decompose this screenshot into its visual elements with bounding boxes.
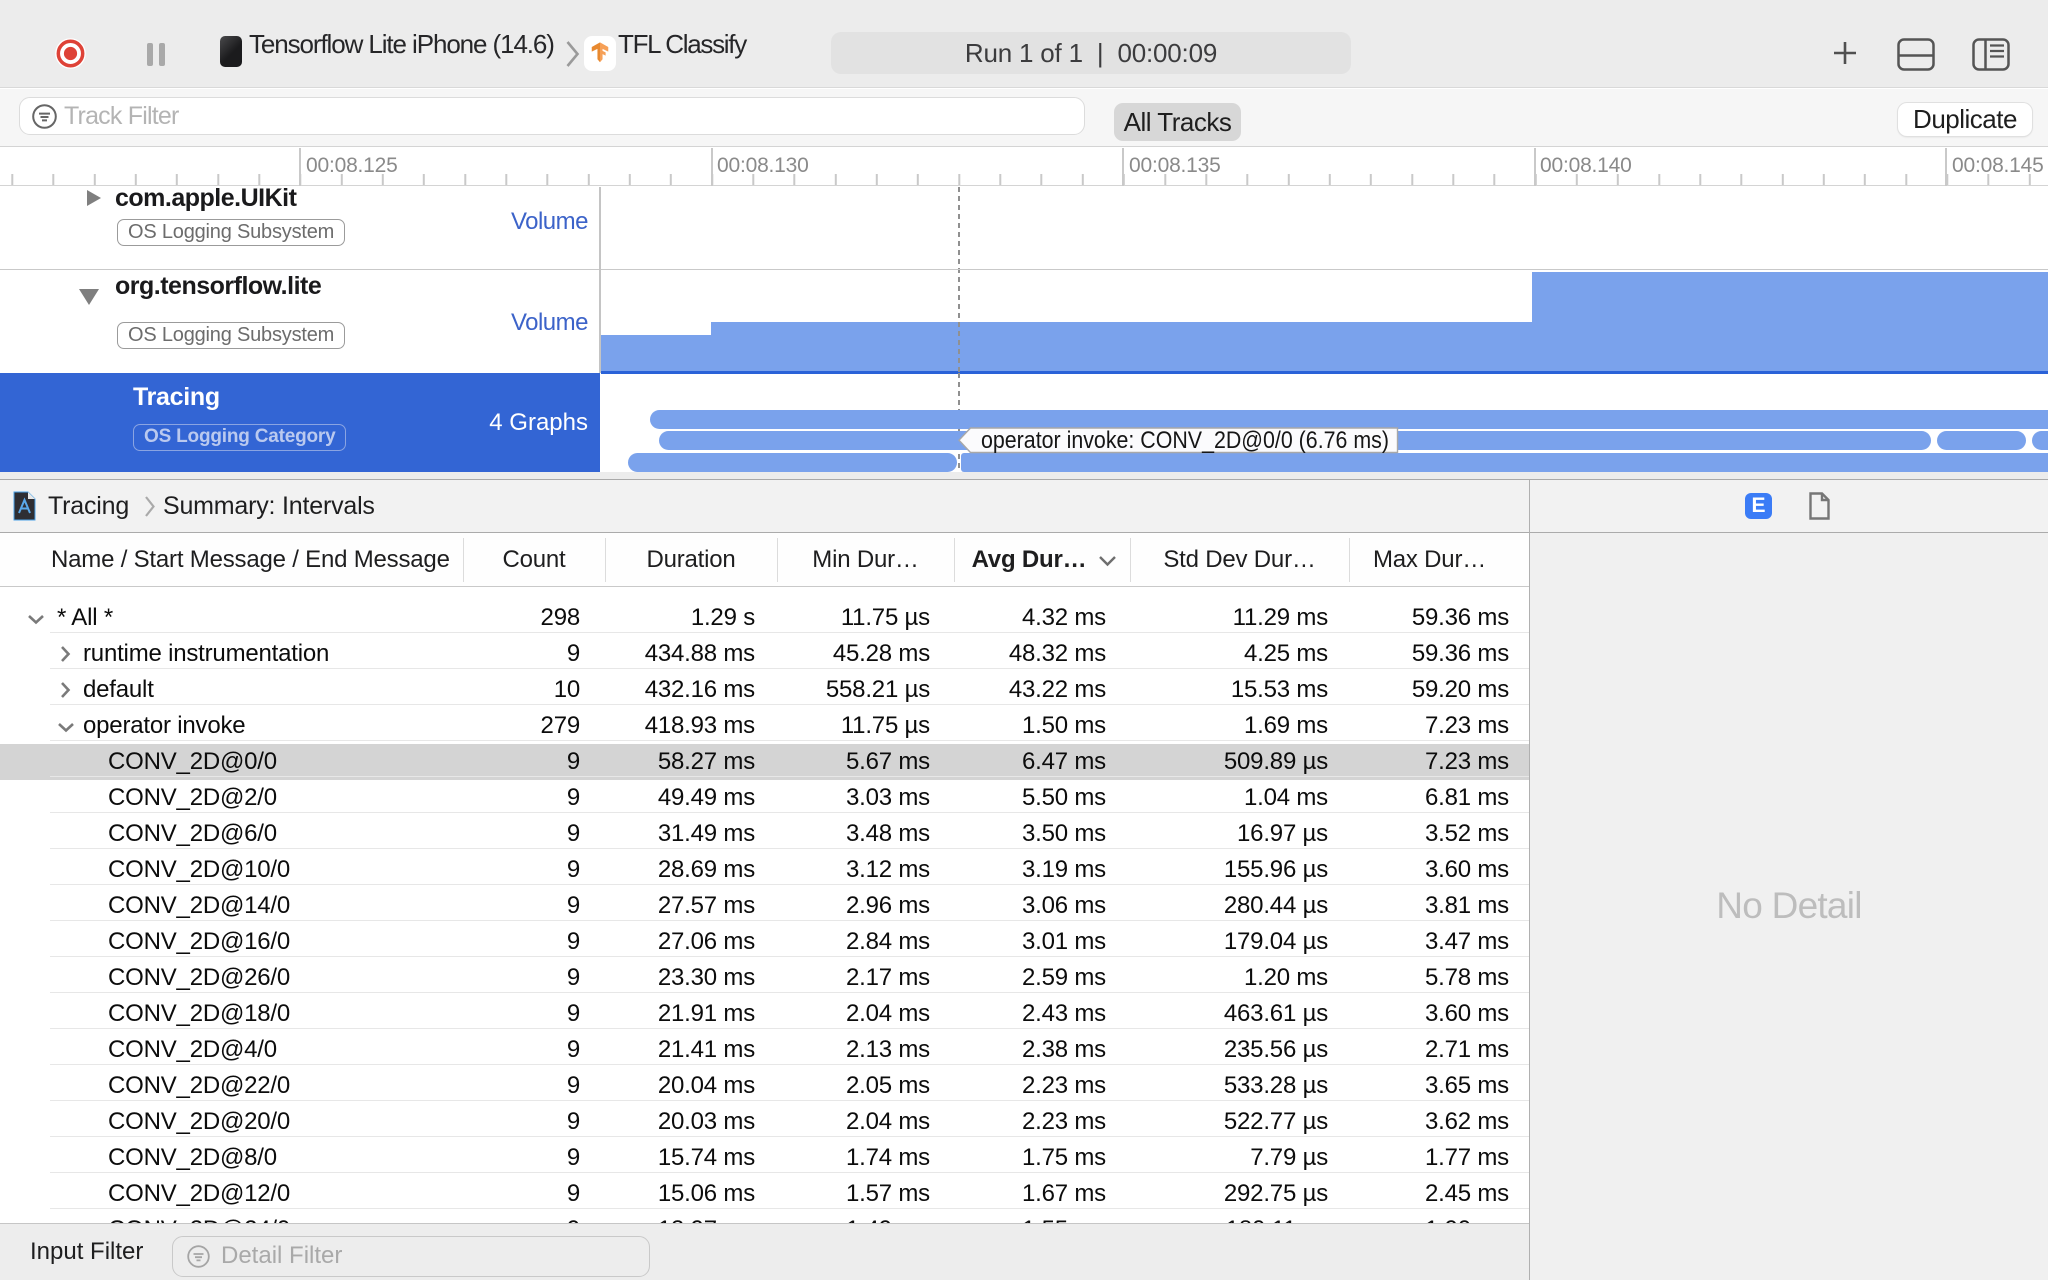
svg-text:operator invoke: CONV_2D@0/0 (: operator invoke: CONV_2D@0/0 (6.76 ms) (981, 427, 1389, 454)
